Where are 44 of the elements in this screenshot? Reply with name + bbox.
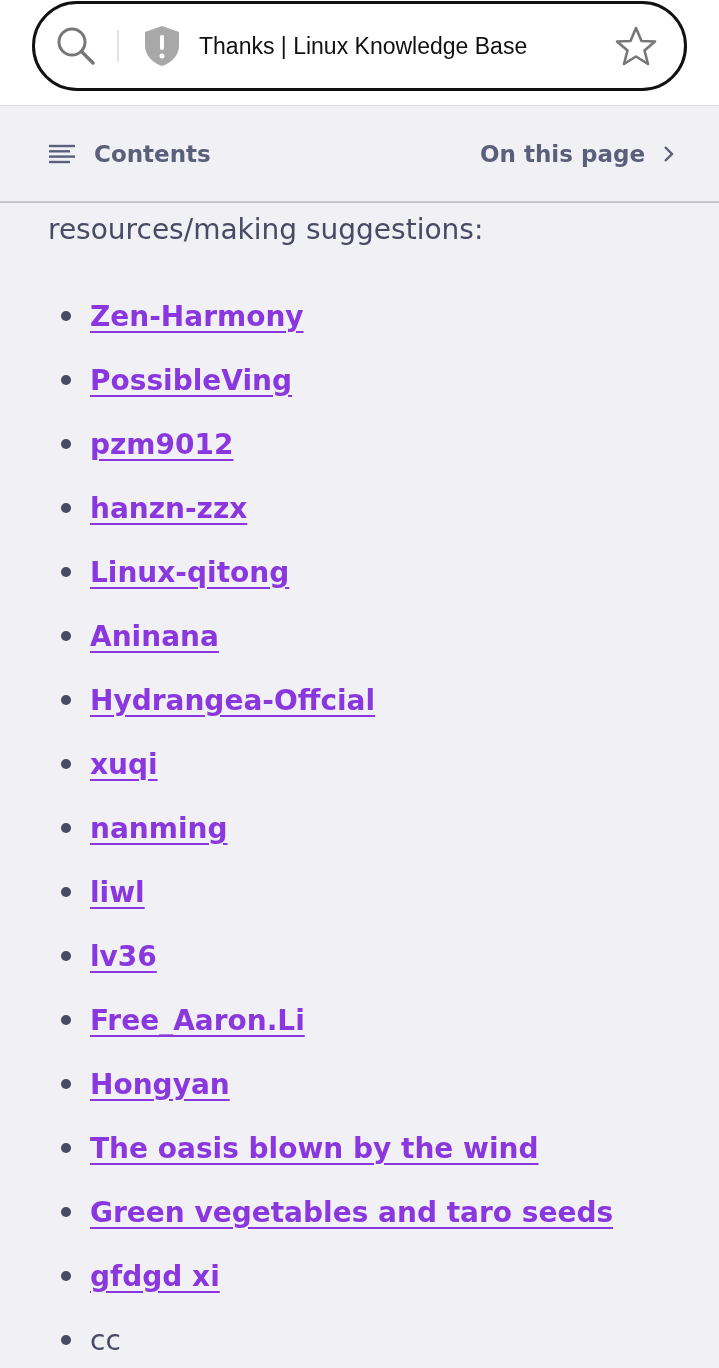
contributor-link[interactable]: PossibleVing (90, 363, 293, 397)
bullet (61, 823, 71, 833)
address-bar[interactable]: Thanks | Linux Knowledge Base (32, 1, 687, 91)
bullet (61, 1079, 71, 1089)
search-icon[interactable] (55, 25, 97, 67)
contributor-link[interactable]: xuqi (90, 747, 158, 781)
contributor-link[interactable]: Linux-qitong (90, 555, 290, 589)
contributor-link[interactable]: Hydrangea-Offcial (90, 683, 376, 717)
contributor-link[interactable]: liwl (90, 875, 145, 909)
bullet (61, 311, 71, 321)
bullet (61, 887, 71, 897)
contributor-link[interactable]: Aninana (90, 619, 219, 653)
contributor-link[interactable]: Green vegetables and taro seeds (90, 1195, 614, 1229)
bullet (61, 1015, 71, 1025)
bullet (61, 567, 71, 577)
on-this-page-button[interactable]: On this page (480, 140, 675, 167)
bullet (61, 759, 71, 769)
bullet (61, 1143, 71, 1153)
menu-icon (48, 143, 76, 164)
bullet (61, 1271, 71, 1281)
intro-text: resources/making suggestions: (48, 213, 485, 246)
contributor-link[interactable]: nanming (90, 811, 228, 845)
bullet (61, 439, 71, 449)
page-title: Thanks | Linux Knowledge Base (199, 32, 529, 60)
star-icon[interactable] (614, 25, 658, 67)
contributor-link[interactable]: The oasis blown by the wind (90, 1131, 539, 1165)
bullet (61, 951, 71, 961)
contributor-link[interactable]: gfdgd xi (90, 1259, 220, 1293)
contributor-link[interactable]: Zen-Harmony (90, 299, 304, 333)
bullet (61, 631, 71, 641)
contributor-link[interactable]: lv36 (90, 939, 157, 973)
bullet (61, 503, 71, 513)
contributor-link[interactable]: Hongyan (90, 1067, 230, 1101)
chevron-right-icon (663, 143, 675, 164)
bullet (61, 1207, 71, 1217)
contents-button[interactable]: Contents (48, 140, 211, 167)
bullet (61, 375, 71, 385)
contributor-link[interactable]: hanzn-zzx (90, 491, 248, 525)
shield-warning-icon[interactable] (143, 25, 181, 67)
contributor-link[interactable]: Free_Aaron.Li (90, 1003, 305, 1037)
bullet (61, 695, 71, 705)
contributor-name: cc (90, 1323, 121, 1357)
contributor-link[interactable]: pzm9012 (90, 427, 234, 461)
bullet (61, 1335, 71, 1345)
